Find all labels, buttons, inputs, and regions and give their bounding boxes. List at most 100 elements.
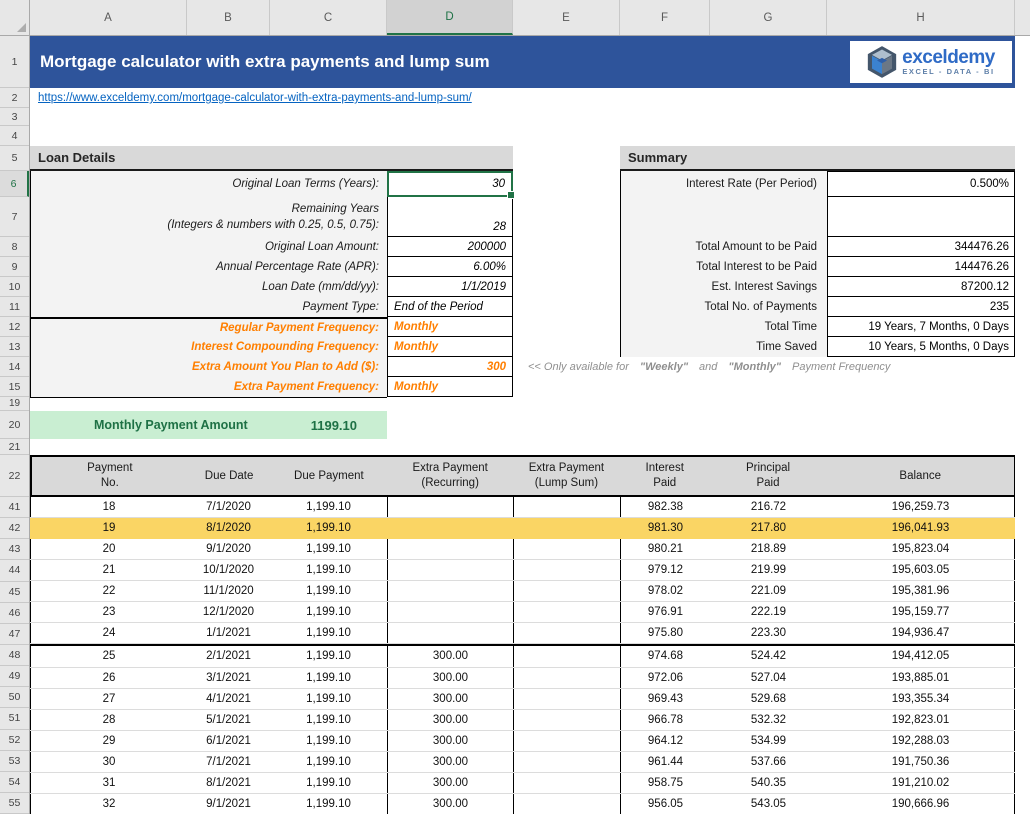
table-cell[interactable]: 193,355.34 <box>827 689 1015 709</box>
table-cell[interactable]: 976.91 <box>620 602 710 622</box>
table-cell[interactable]: 194,412.05 <box>827 646 1015 666</box>
table-cell[interactable]: 7/1/2021 <box>187 752 270 772</box>
column-header-e[interactable]: E <box>513 0 620 35</box>
summary-label[interactable]: Time Saved <box>621 337 827 357</box>
row-header[interactable]: 15 <box>0 377 29 397</box>
table-cell[interactable]: 221.09 <box>710 581 827 601</box>
table-cell[interactable]: 218.89 <box>710 539 827 559</box>
table-header-cell[interactable]: Due Payment <box>271 457 388 495</box>
loan-label[interactable]: Remaining Years (Integers & numbers with… <box>31 197 387 237</box>
row-header[interactable]: 46 <box>0 603 29 624</box>
row-header[interactable]: 47 <box>0 624 29 645</box>
row-header[interactable]: 11 <box>0 297 29 317</box>
summary-value[interactable]: 10 Years, 5 Months, 0 Days <box>827 337 1015 357</box>
summary-value[interactable]: 344476.26 <box>827 237 1015 257</box>
loan-label[interactable]: Payment Type: <box>31 297 387 317</box>
row-header[interactable]: 49 <box>0 666 29 687</box>
row-header[interactable]: 3 <box>0 108 29 126</box>
table-cell[interactable]: 1,199.10 <box>270 646 387 666</box>
row-header[interactable]: 50 <box>0 687 29 708</box>
table-header-cell[interactable]: Due Date <box>188 457 271 495</box>
row-header[interactable]: 7 <box>0 197 29 237</box>
row-header[interactable]: 43 <box>0 539 29 560</box>
table-cell[interactable]: 300.00 <box>387 689 513 709</box>
table-cell[interactable]: 5/1/2021 <box>187 710 270 730</box>
table-cell[interactable]: 974.68 <box>620 646 710 666</box>
row-header[interactable]: 51 <box>0 708 29 729</box>
loan-label[interactable]: Loan Date (mm/dd/yy): <box>31 277 387 297</box>
table-cell[interactable]: 190,666.96 <box>827 794 1015 814</box>
table-cell[interactable] <box>513 560 620 580</box>
table-cell[interactable]: 534.99 <box>710 731 827 751</box>
table-cell[interactable]: 969.43 <box>620 689 710 709</box>
table-cell[interactable]: 26 <box>30 668 187 688</box>
table-cell[interactable]: 219.99 <box>710 560 827 580</box>
workbook-title-banner[interactable]: Mortgage calculator with extra payments … <box>30 36 1015 88</box>
row-header-selected[interactable]: 6 <box>0 171 29 197</box>
loan-value[interactable]: 200000 <box>387 237 513 257</box>
table-cell[interactable]: 217.80 <box>710 518 827 538</box>
table-cell[interactable]: 192,288.03 <box>827 731 1015 751</box>
loan-value[interactable]: 6.00% <box>387 257 513 277</box>
summary-value[interactable]: 0.500% <box>827 171 1015 197</box>
loan-value-orange[interactable]: Monthly <box>387 377 513 397</box>
table-cell[interactable]: 195,603.05 <box>827 560 1015 580</box>
row-header[interactable]: 4 <box>0 126 29 146</box>
table-cell[interactable] <box>513 668 620 688</box>
table-cell[interactable]: 7/1/2020 <box>187 497 270 517</box>
table-header-cell[interactable]: Balance <box>826 457 1014 495</box>
column-header-partial[interactable] <box>1015 0 1030 35</box>
table-row[interactable]: 187/1/20201,199.10982.38216.72196,259.73 <box>30 497 1015 518</box>
table-header-cell[interactable]: Extra Payment (Recurring) <box>387 457 513 495</box>
table-cell[interactable] <box>513 518 620 538</box>
table-cell[interactable]: 216.72 <box>710 497 827 517</box>
table-cell[interactable]: 9/1/2020 <box>187 539 270 559</box>
table-cell[interactable]: 22 <box>30 581 187 601</box>
row-header[interactable]: 52 <box>0 730 29 751</box>
frequency-availability-note[interactable]: << Only available for "Weekly" and "Mont… <box>528 357 1030 377</box>
row-header[interactable]: 44 <box>0 560 29 581</box>
table-cell[interactable]: 29 <box>30 731 187 751</box>
summary-label[interactable] <box>621 197 827 237</box>
row-header[interactable]: 13 <box>0 337 29 357</box>
table-cell[interactable]: 32 <box>30 794 187 814</box>
table-row[interactable]: 318/1/20211,199.10300.00958.75540.35191,… <box>30 773 1015 794</box>
table-cell[interactable]: 966.78 <box>620 710 710 730</box>
row-header[interactable]: 5 <box>0 146 29 171</box>
column-header-g[interactable]: G <box>710 0 827 35</box>
table-cell[interactable] <box>513 497 620 517</box>
table-cell[interactable]: 1,199.10 <box>270 518 387 538</box>
table-cell[interactable]: 12/1/2020 <box>187 602 270 622</box>
table-row[interactable]: 274/1/20211,199.10300.00969.43529.68193,… <box>30 689 1015 710</box>
hyperlink-url[interactable]: https://www.exceldemy.com/mortgage-calcu… <box>38 88 472 108</box>
table-cell[interactable] <box>387 518 513 538</box>
table-header-cell[interactable]: Extra Payment (Lump Sum) <box>513 457 620 495</box>
loan-value-orange[interactable]: Monthly <box>387 337 513 357</box>
table-cell[interactable] <box>387 539 513 559</box>
select-all-corner[interactable] <box>0 0 30 36</box>
table-cell[interactable] <box>513 689 620 709</box>
row-header[interactable]: 12 <box>0 317 29 337</box>
table-cell[interactable] <box>513 623 620 643</box>
table-cell[interactable]: 1/1/2021 <box>187 623 270 643</box>
row-header[interactable]: 14 <box>0 357 29 377</box>
table-row[interactable]: 263/1/20211,199.10300.00972.06527.04193,… <box>30 668 1015 689</box>
summary-value[interactable]: 144476.26 <box>827 257 1015 277</box>
column-header-c[interactable]: C <box>270 0 387 35</box>
row-header[interactable]: 48 <box>0 645 29 666</box>
table-cell[interactable]: 1,199.10 <box>270 752 387 772</box>
row-header[interactable]: 2 <box>0 88 29 108</box>
summary-label[interactable]: Total No. of Payments <box>621 297 827 317</box>
table-cell[interactable]: 195,159.77 <box>827 602 1015 622</box>
table-cell[interactable]: 2/1/2021 <box>187 646 270 666</box>
table-cell[interactable]: 300.00 <box>387 668 513 688</box>
table-cell[interactable]: 1,199.10 <box>270 539 387 559</box>
loan-value-orange[interactable]: 300 <box>387 357 513 377</box>
loan-label-orange[interactable]: Extra Amount You Plan to Add ($): <box>31 357 387 377</box>
row-header[interactable]: 21 <box>0 439 29 455</box>
table-cell[interactable] <box>387 497 513 517</box>
table-cell[interactable]: 8/1/2020 <box>187 518 270 538</box>
table-cell[interactable]: 1,199.10 <box>270 668 387 688</box>
table-cell[interactable] <box>513 773 620 793</box>
table-cell[interactable]: 980.21 <box>620 539 710 559</box>
